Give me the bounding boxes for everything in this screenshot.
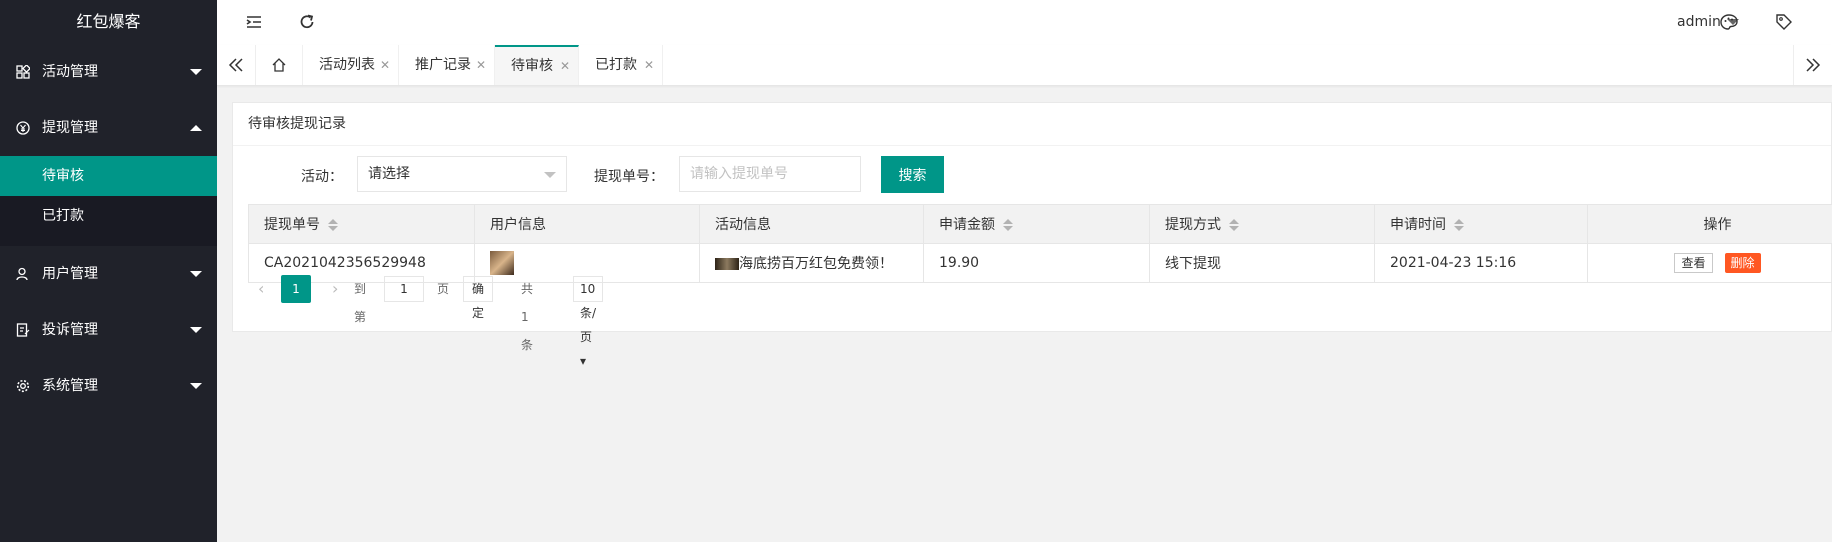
- sidebar-item-label: 系统管理: [42, 378, 98, 394]
- chevron-down-icon: [544, 172, 556, 178]
- tab-promotion-records[interactable]: 推广记录 ✕: [399, 45, 495, 85]
- page-suffix-label: 页: [437, 282, 450, 296]
- tab-pending-review[interactable]: 待审核 ✕: [495, 45, 579, 85]
- close-icon[interactable]: ✕: [380, 45, 390, 85]
- sidebar-subitem-pending[interactable]: 待审核: [0, 156, 217, 196]
- grid-icon: [16, 65, 30, 79]
- double-chevron-right-icon: [1806, 58, 1821, 72]
- column-header: 活动信息: [699, 204, 924, 244]
- sort-icon[interactable]: [328, 219, 338, 231]
- page-size-select[interactable]: 10 条/页 ▾: [573, 276, 604, 368]
- total-count: 共 1 条: [521, 282, 534, 352]
- next-page-icon[interactable]: ›: [332, 275, 338, 303]
- tab-home[interactable]: [255, 45, 303, 85]
- column-header[interactable]: 提现方式: [1149, 204, 1375, 244]
- tab-label: 待审核: [511, 58, 553, 74]
- document-edit-icon: [16, 323, 30, 337]
- prev-page-icon[interactable]: ‹: [258, 275, 264, 303]
- sidebar-item-label: 投诉管理: [42, 322, 98, 338]
- app-logo: 红包爆客: [76, 12, 141, 31]
- sidebar-subitem-paid[interactable]: 已打款: [0, 196, 217, 236]
- amount-cell: 19.90: [923, 243, 1150, 283]
- delete-button[interactable]: 删除: [1724, 253, 1761, 273]
- gear-icon: [16, 379, 30, 393]
- column-header[interactable]: 申请时间: [1374, 204, 1588, 244]
- chevron-up-icon: [190, 125, 202, 131]
- withdraw-table: 提现单号 用户信息 活动信息 申请金额 提现方式 申请时间 操作 CA20210…: [248, 204, 1832, 283]
- refresh-icon[interactable]: [297, 12, 317, 32]
- activity-select[interactable]: 请选择: [357, 156, 567, 192]
- column-header[interactable]: 申请金额: [923, 204, 1150, 244]
- page-number-current[interactable]: 1: [281, 275, 311, 303]
- sidebar-item-system[interactable]: 系统管理: [0, 358, 217, 414]
- home-icon: [272, 58, 286, 72]
- page-confirm-button[interactable]: 确定: [463, 276, 494, 320]
- sidebar-item-complaints[interactable]: 投诉管理: [0, 302, 217, 358]
- tab-label: 推广记录: [415, 57, 471, 73]
- sort-icon[interactable]: [1229, 219, 1239, 231]
- sidebar-item-users[interactable]: 用户管理: [0, 246, 217, 302]
- menu-indent-icon[interactable]: [244, 12, 264, 32]
- activity-thumbnail: [715, 258, 739, 270]
- view-button[interactable]: 查看: [1674, 253, 1713, 273]
- tab-label: 已打款: [595, 57, 637, 73]
- column-header: 操作: [1587, 204, 1832, 244]
- chevron-down-icon: [190, 327, 202, 333]
- sidebar-item-label: 活动管理: [42, 64, 98, 80]
- sidebar-item-label: 用户管理: [42, 266, 98, 282]
- close-icon[interactable]: ✕: [560, 47, 570, 85]
- order-number-input[interactable]: [679, 156, 861, 192]
- withdraw-records-card: 待审核提现记录 活动： 请选择 提现单号： 搜索 提现单号 用户信息 活动信息 …: [232, 102, 1832, 368]
- top-header: admin: [217, 0, 1832, 46]
- time-cell: 2021-04-23 15:16: [1374, 243, 1588, 283]
- table-header-row: 提现单号 用户信息 活动信息 申请金额 提现方式 申请时间 操作: [248, 204, 1832, 244]
- sidebar-item-withdraw[interactable]: 提现管理: [0, 100, 217, 156]
- chevron-down-icon: [190, 271, 202, 277]
- activity-filter-label: 活动：: [301, 169, 343, 185]
- close-icon[interactable]: ✕: [476, 45, 486, 85]
- card-title: 待审核提现记录: [233, 103, 1831, 146]
- search-button[interactable]: 搜索: [881, 156, 944, 193]
- chevron-down-icon: [190, 69, 202, 75]
- goto-label: 到第: [354, 282, 367, 324]
- chevron-down-icon: [190, 383, 202, 389]
- close-icon[interactable]: ✕: [644, 45, 654, 85]
- palette-icon[interactable]: [1719, 12, 1739, 32]
- order-filter-label: 提现单号：: [594, 169, 664, 185]
- column-header[interactable]: 提现单号: [248, 204, 475, 244]
- tag-icon[interactable]: [1774, 12, 1794, 32]
- sidebar: 红包爆客 活动管理 提现管理 待审核 已打款 用户管理 投诉管理 系统管理: [0, 0, 217, 542]
- tabs-scroll-left-button[interactable]: [217, 45, 256, 85]
- yen-icon: [16, 121, 30, 135]
- user-icon: [16, 267, 28, 281]
- method-cell: 线下提现: [1149, 243, 1375, 283]
- tab-paid[interactable]: 已打款 ✕: [579, 45, 663, 85]
- sidebar-item-activity[interactable]: 活动管理: [0, 44, 217, 100]
- activity-select-value: 请选择: [368, 166, 410, 182]
- double-chevron-left-icon: [228, 58, 243, 72]
- sidebar-item-label: 提现管理: [42, 120, 98, 136]
- username: admin: [1677, 14, 1721, 30]
- sort-icon[interactable]: [1454, 219, 1464, 231]
- tabs-scroll-right-button[interactable]: [1793, 45, 1832, 85]
- column-header: 用户信息: [474, 204, 700, 244]
- actions-cell: 查看 删除: [1587, 243, 1832, 283]
- tab-label: 活动列表: [319, 57, 375, 73]
- avatar[interactable]: [490, 251, 514, 275]
- page-jump-input[interactable]: 1: [384, 276, 424, 302]
- submenu-withdraw: 待审核 已打款: [0, 156, 217, 246]
- sort-icon[interactable]: [1003, 219, 1013, 231]
- tab-activity-list[interactable]: 活动列表 ✕: [303, 45, 399, 85]
- activity-info-cell: 海底捞百万红包免费领！: [699, 243, 924, 283]
- tabs-bar: 活动列表 ✕ 推广记录 ✕ 待审核 ✕ 已打款 ✕: [217, 45, 1832, 86]
